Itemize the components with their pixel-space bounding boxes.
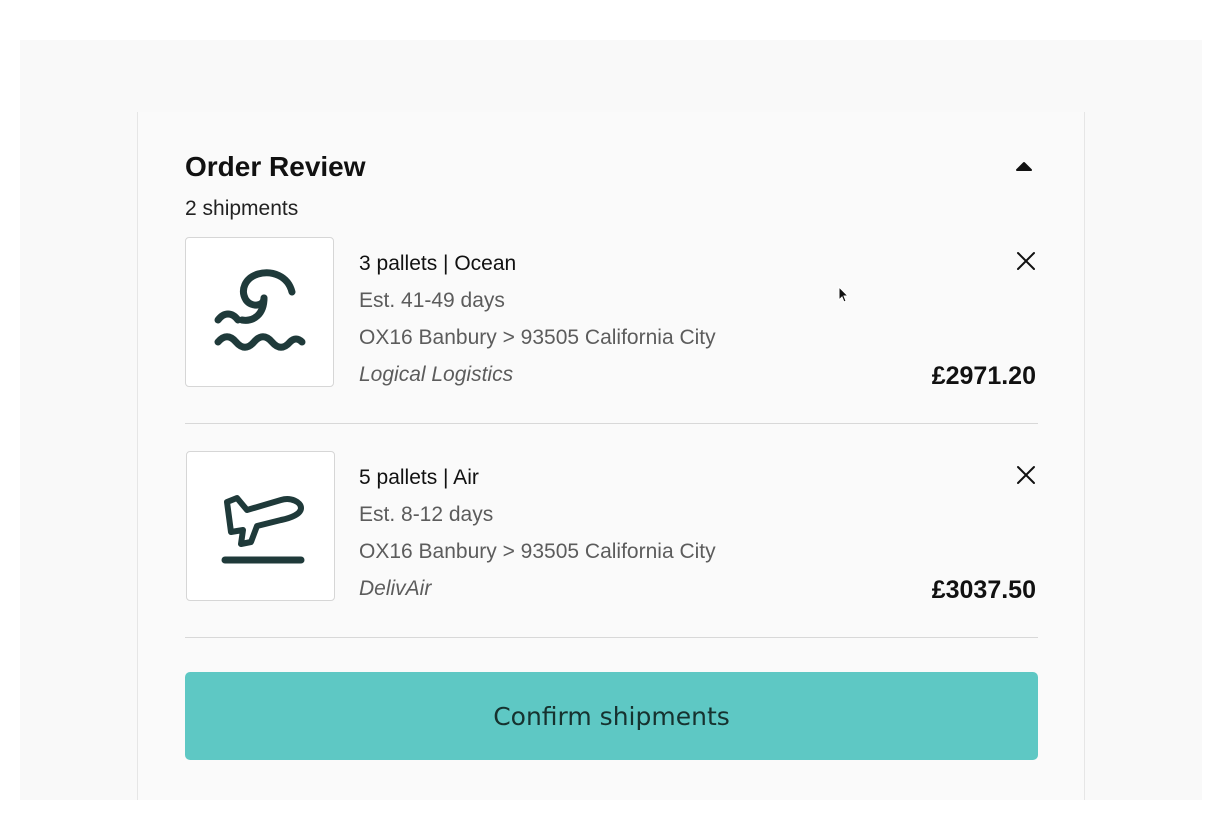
shipment-mode-tile (185, 237, 334, 387)
shipment-route: OX16 Banbury > 93505 California City (359, 540, 716, 563)
confirm-shipments-button[interactable]: Confirm shipments (185, 672, 1038, 760)
ocean-wave-icon (214, 269, 305, 351)
shipment-estimate: Est. 41-49 days (359, 289, 505, 312)
shipment-route: OX16 Banbury > 93505 California City (359, 326, 716, 349)
page-title: Order Review (185, 151, 366, 182)
shipment-carrier: DelivAir (359, 577, 432, 600)
remove-shipment-button[interactable] (1014, 249, 1038, 273)
shipment-count: 2 shipments (185, 197, 299, 220)
shipment-mode-tile (186, 451, 335, 601)
shipment-summary: 5 pallets | Air (359, 466, 479, 489)
airplane-takeoff-icon (221, 495, 304, 564)
shipment-carrier: Logical Logistics (359, 363, 514, 386)
shipment-price: £3037.50 (931, 576, 1036, 604)
shipment-estimate: Est. 8-12 days (359, 503, 494, 526)
caret-up-icon (1016, 162, 1032, 171)
close-icon (1017, 252, 1035, 270)
shipment-price: £2971.20 (931, 362, 1036, 390)
close-icon (1017, 466, 1035, 484)
mouse-cursor-icon (838, 286, 850, 303)
remove-shipment-button[interactable] (1014, 463, 1038, 487)
shipment-item: 5 pallets | Air Est. 8-12 days OX16 Banb… (185, 451, 1038, 638)
shipment-item: 3 pallets | Ocean Est. 41-49 days OX16 B… (185, 237, 1038, 424)
collapse-toggle[interactable] (1012, 156, 1036, 176)
shipment-summary: 3 pallets | Ocean (359, 252, 517, 275)
